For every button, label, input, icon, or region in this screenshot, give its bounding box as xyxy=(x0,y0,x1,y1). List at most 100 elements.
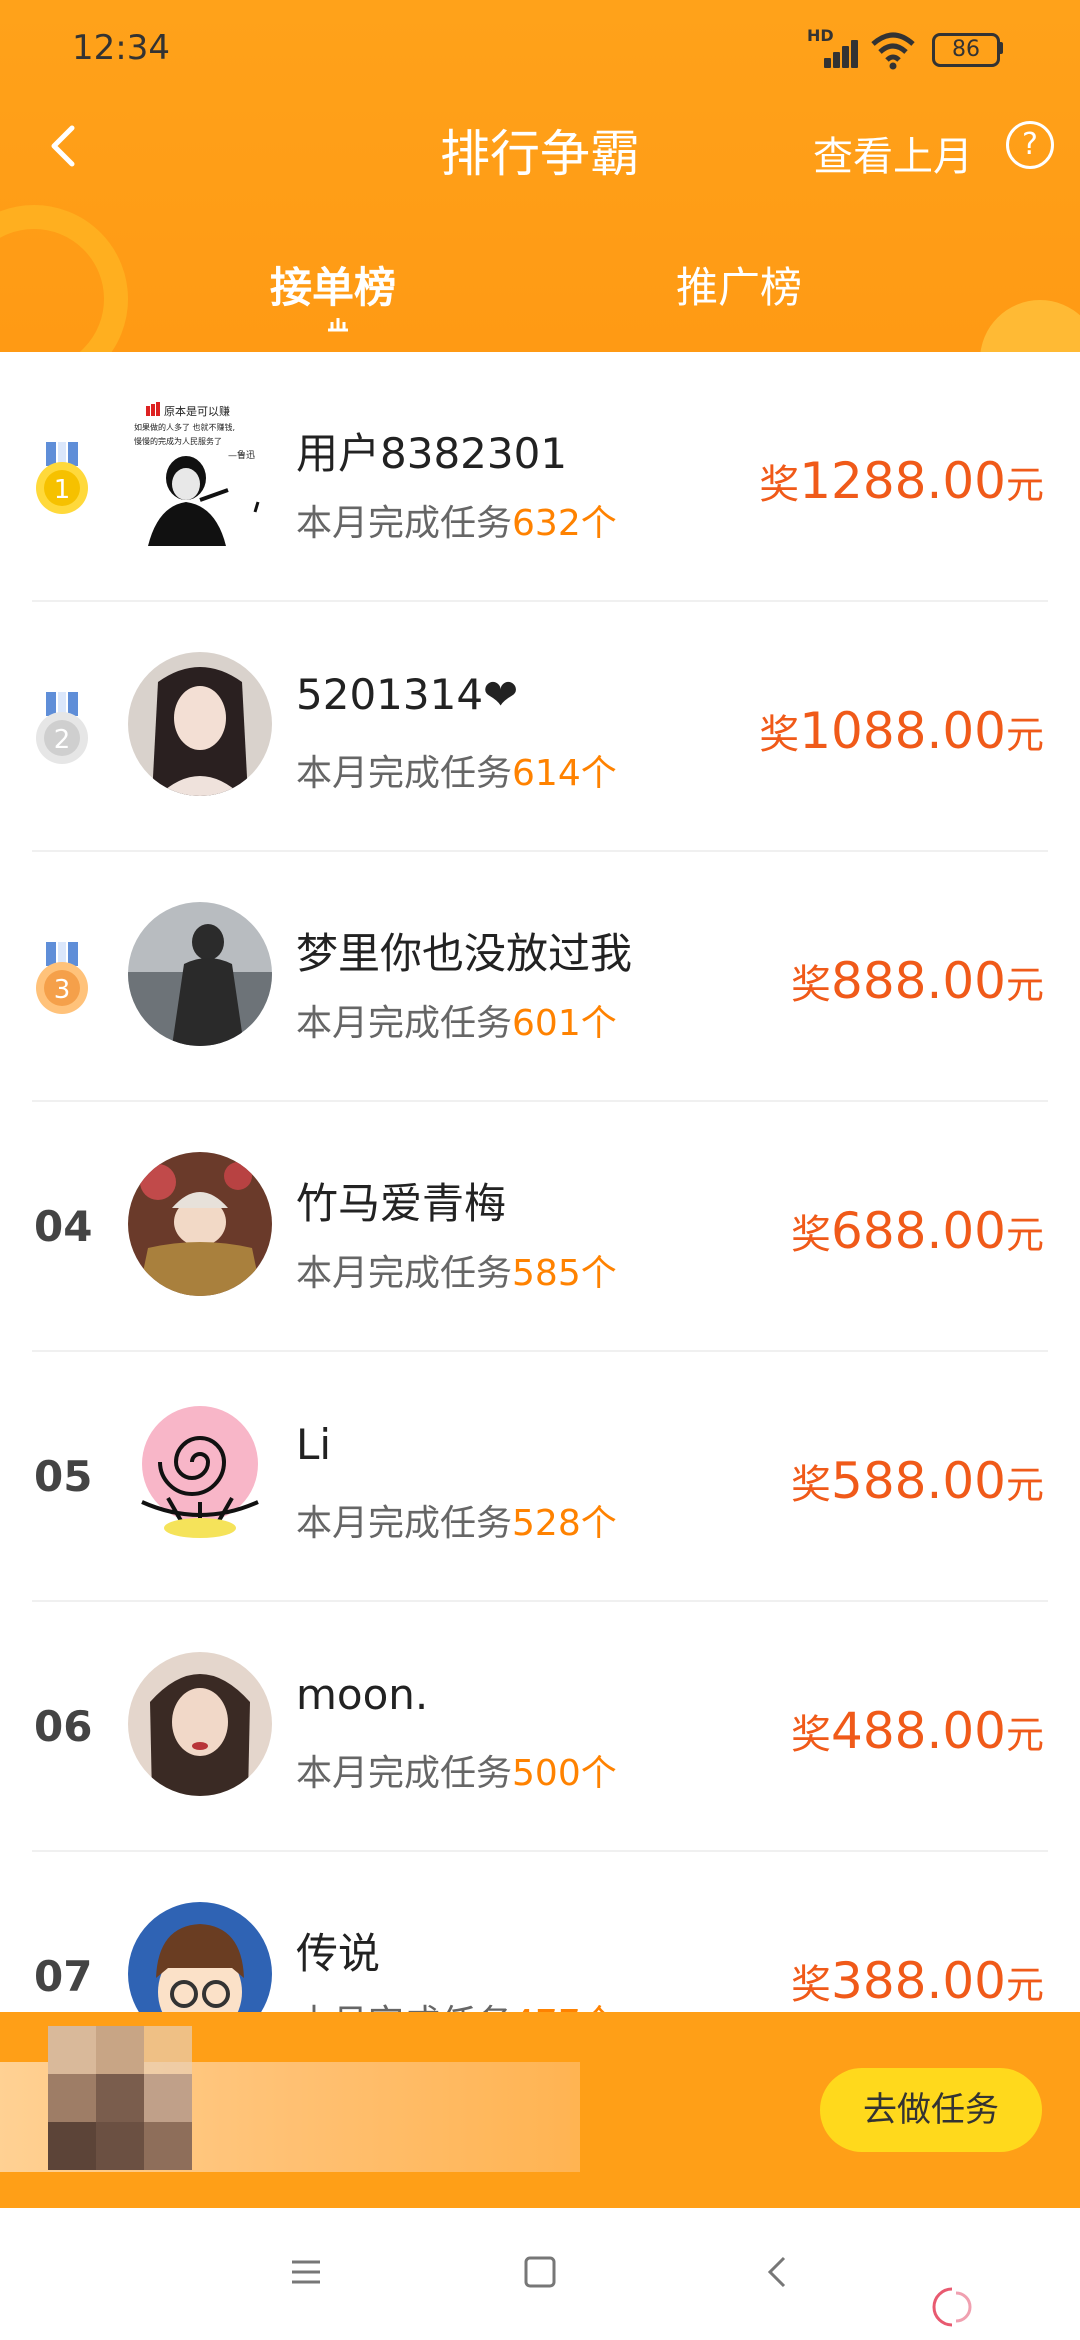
svg-text:2: 2 xyxy=(54,725,71,755)
task-count-line: 本月完成任务585个 xyxy=(296,1244,617,1296)
avatar-caption-3: 慢慢的完成为人民服务了 xyxy=(134,436,222,446)
avatar xyxy=(128,902,272,1046)
task-prefix: 本月完成任务 xyxy=(296,2003,512,2012)
prize-unit: 元 xyxy=(1005,1213,1044,1257)
prize-amount: 奖388.00元 xyxy=(791,1952,1044,2010)
user-name: 梦里你也没放过我 xyxy=(296,929,633,978)
tab-active-indicator xyxy=(328,318,348,332)
prize-label: 奖 xyxy=(791,1212,832,1258)
silver-medal-icon: 2 xyxy=(36,692,88,764)
task-count-line: 本月完成任务601个 xyxy=(296,994,617,1046)
status-bar: 12:34 HD 86 xyxy=(0,0,1080,96)
prize-value: 1288.00 xyxy=(799,452,1006,510)
tab-bar: 接单榜 推广榜 xyxy=(0,240,1080,350)
menu-icon[interactable] xyxy=(286,2252,326,2292)
task-prefix: 本月完成任务 xyxy=(296,1753,513,1794)
prize-label: 奖 xyxy=(791,1712,832,1758)
rank-number: 06 xyxy=(34,1702,93,1751)
task-count: 500 xyxy=(512,1753,581,1794)
tab-promotion[interactable]: 推广榜 xyxy=(676,254,802,315)
list-item[interactable]: 1 原本是可以赚 如果做的人多了 也就不赚钱, 慢慢的完成为人民服务了 —鲁迅 … xyxy=(0,352,1080,602)
prize-unit: 元 xyxy=(1005,713,1044,757)
system-nav-bar xyxy=(0,2208,1080,2340)
rank-number: 04 xyxy=(34,1202,93,1251)
task-count: 477 xyxy=(512,2003,581,2012)
task-count: 585 xyxy=(512,1253,581,1294)
task-suffix: 个 xyxy=(580,1253,617,1294)
task-count: 601 xyxy=(512,1003,581,1044)
prize-unit: 元 xyxy=(1005,963,1044,1007)
question-circle-icon[interactable]: ? xyxy=(1006,121,1054,169)
avatar xyxy=(128,1152,272,1296)
blurred-avatar xyxy=(48,2026,192,2170)
task-count-line: 本月完成任务528个 xyxy=(296,1494,617,1546)
task-prefix: 本月完成任务 xyxy=(296,1003,513,1044)
prize-label: 奖 xyxy=(759,462,800,508)
task-suffix: 个 xyxy=(580,1003,617,1044)
list-item[interactable]: 07 传说 本月完成任务477个 奖388.00元 xyxy=(0,1852,1080,2012)
task-count-line: 本月完成任务500个 xyxy=(296,1744,617,1796)
avatar-caption-1: 原本是可以赚 xyxy=(164,404,230,418)
prize-label: 奖 xyxy=(759,712,800,758)
prize-label: 奖 xyxy=(791,1962,832,2008)
avatar xyxy=(128,1402,272,1546)
prize-label: 奖 xyxy=(791,1462,832,1508)
avatar xyxy=(128,652,272,796)
prize-value: 888.00 xyxy=(831,952,1006,1010)
prize-value: 688.00 xyxy=(831,1202,1006,1260)
bronze-medal-icon: 3 xyxy=(36,942,88,1014)
bottom-action-bar: 去做任务 xyxy=(0,2012,1080,2208)
task-count-line: 本月完成任务614个 xyxy=(296,744,617,796)
user-name: Li xyxy=(296,1420,332,1469)
user-name: 用户8382301 xyxy=(296,429,568,478)
user-name: 传说 xyxy=(296,1929,381,1978)
task-count: 528 xyxy=(512,1503,581,1544)
list-item[interactable]: 06 moon. 本月完成任务500个 奖488.00元 xyxy=(0,1602,1080,1852)
ranking-list: 1 原本是可以赚 如果做的人多了 也就不赚钱, 慢慢的完成为人民服务了 —鲁迅 … xyxy=(0,352,1080,2012)
task-prefix: 本月完成任务 xyxy=(296,503,513,544)
tab-orders[interactable]: 接单榜 xyxy=(270,254,396,315)
prize-unit: 元 xyxy=(1005,1963,1044,2007)
prize-unit: 元 xyxy=(1005,1463,1044,1507)
do-task-button[interactable]: 去做任务 xyxy=(820,2068,1042,2152)
signal-icon xyxy=(812,38,858,68)
svg-text:1: 1 xyxy=(54,475,71,505)
prize-value: 388.00 xyxy=(831,1952,1006,2010)
prize-value: 1088.00 xyxy=(799,702,1006,760)
avatar-caption-2: 如果做的人多了 也就不赚钱, xyxy=(134,422,235,432)
view-last-month-link[interactable]: 查看上月 xyxy=(813,124,973,182)
list-item[interactable]: 2 5201314❤ 本月完成任务614个 奖1088.00元 xyxy=(0,602,1080,852)
battery-icon: 86 xyxy=(932,33,1000,67)
task-count: 632 xyxy=(512,503,581,544)
back-icon[interactable] xyxy=(758,2252,798,2292)
watermark-icon xyxy=(932,2287,972,2327)
task-suffix: 个 xyxy=(581,2003,617,2012)
prize-amount: 奖488.00元 xyxy=(791,1702,1044,1760)
user-name: 5201314❤ xyxy=(296,670,519,719)
rank-number: 05 xyxy=(34,1452,93,1501)
prize-amount: 奖688.00元 xyxy=(791,1202,1044,1260)
avatar xyxy=(128,1652,272,1796)
task-suffix: 个 xyxy=(580,753,617,794)
list-item[interactable]: 04 竹马爱青梅 本月完成任务585个 奖688.00元 xyxy=(0,1102,1080,1352)
battery-tip xyxy=(998,42,1003,54)
nav-row: 排行争霸 查看上月 ? xyxy=(0,96,1080,196)
task-count: 614 xyxy=(512,753,581,794)
header: 12:34 HD 86 排行争霸 查看上月 ? 接单榜 推广榜 xyxy=(0,0,1080,352)
user-name: 竹马爱青梅 xyxy=(296,1179,507,1228)
prize-amount: 奖1088.00元 xyxy=(759,702,1044,760)
list-item[interactable]: 3 梦里你也没放过我 本月完成任务601个 奖888.00元 xyxy=(0,852,1080,1102)
task-suffix: 个 xyxy=(580,1753,617,1794)
prize-label: 奖 xyxy=(791,962,832,1008)
list-item[interactable]: 05 Li 本月完成任务528个 奖588.00元 xyxy=(0,1352,1080,1602)
home-square-icon[interactable] xyxy=(520,2252,560,2292)
user-name: moon. xyxy=(296,1670,429,1719)
prize-value: 488.00 xyxy=(831,1702,1006,1760)
task-prefix: 本月完成任务 xyxy=(296,1253,513,1294)
task-count-line: 本月完成任务477个 xyxy=(296,1994,617,2012)
avatar xyxy=(128,1902,272,2012)
rank-number: 07 xyxy=(34,1952,93,2001)
prize-unit: 元 xyxy=(1005,1713,1044,1757)
task-prefix: 本月完成任务 xyxy=(296,1503,513,1544)
prize-amount: 奖588.00元 xyxy=(791,1452,1044,1510)
